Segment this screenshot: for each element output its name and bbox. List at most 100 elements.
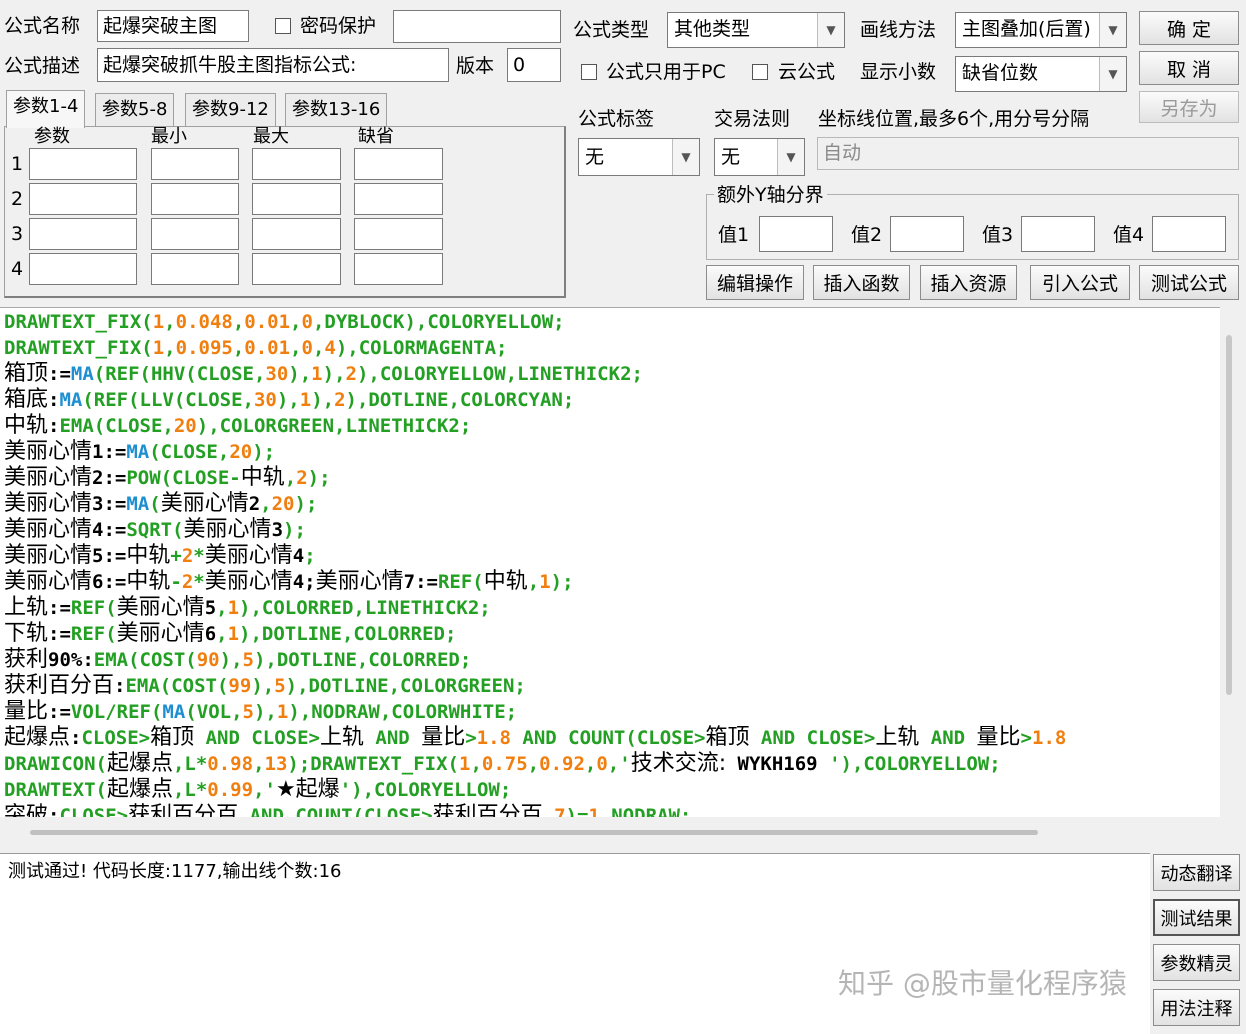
code-line: DRAWTEXT_FIX(1,0.048,0.01,0,DYBLOCK),COL… [4,309,565,335]
param-cell-min[interactable] [151,218,239,250]
code-line: 美丽心情5:=中轨+2*美丽心情4; [4,543,316,569]
save-as-button[interactable]: 另存为 [1139,91,1239,123]
formula-tag-select[interactable]: 无 ▼ [578,138,700,176]
param-cell-name[interactable] [29,218,137,250]
param-header-max: 最大 [253,126,289,147]
code-token: ),DOTLINE,COLORCYAN; [345,389,575,411]
chevron-down-icon[interactable]: ▼ [1099,57,1126,91]
code-token: 0.01 [244,337,291,359]
param-cell-name[interactable] [29,183,137,215]
code-token: : [70,727,82,749]
param-cell-name[interactable] [29,148,137,180]
param-cell-name[interactable] [29,253,137,285]
code-token: EMA(COST( [125,675,229,697]
chevron-down-icon[interactable]: ▼ [672,139,699,175]
usage-note-button[interactable]: 用法注释 [1153,989,1240,1026]
code-editor[interactable]: DRAWTEXT_FIX(1,0.048,0.01,0,DYBLOCK),COL… [0,307,1220,818]
code-token: , [232,337,245,359]
code-token: ( [149,493,161,515]
cloud-formula-checkbox[interactable] [752,64,768,80]
param-wizard-button[interactable]: 参数精灵 [1153,944,1240,981]
code-token: AND CLOSE> [749,727,876,749]
code-token: ; [304,545,316,567]
code-token: (REF(HHV(CLOSE, [93,363,266,385]
code-token: DRAWICON( [4,753,107,775]
code-token: 量比 [976,725,1021,750]
chevron-down-icon[interactable]: ▼ [777,139,804,175]
test-result-button[interactable]: 测试结果 [1153,899,1240,936]
y-value-3-input[interactable] [1021,216,1095,252]
y-value-1-input[interactable] [759,216,833,252]
param-cell-default[interactable] [354,218,443,250]
formula-name-input[interactable]: 起爆突破主图 [97,10,249,42]
code-token: ),DOTLINE,COLORGREEN; [285,675,526,697]
code-token: ), [276,389,300,411]
param-cell-default[interactable] [354,148,443,180]
draw-method-select[interactable]: 主图叠加(后置) ▼ [955,12,1127,48]
vertical-scrollbar[interactable] [1226,335,1232,695]
tab-params-1-4[interactable]: 参数1-4 [6,90,86,128]
insert-function-button[interactable]: 插入函数 [813,265,910,300]
code-token: 4:= [92,519,127,541]
code-token: , [527,753,540,775]
cancel-button[interactable]: 取 消 [1139,51,1239,85]
code-token: 获利 [4,647,49,672]
tab-params-9-12[interactable]: 参数9-12 [185,93,276,126]
decimal-select[interactable]: 缺省位数 ▼ [955,56,1127,92]
trade-rule-select[interactable]: 无 ▼ [714,138,805,176]
code-token: 1 [227,597,240,619]
code-line: 美丽心情1:=MA(CLOSE,20); [4,439,275,465]
coord-line-input[interactable]: 自动 [817,137,1239,170]
y-value-2-input[interactable] [890,216,964,252]
cloud-formula-label: 云公式 [778,61,836,83]
code-token: REF( [70,623,117,645]
version-label: 版本 [456,55,495,77]
code-token: 美丽心情 [160,491,249,516]
chevron-down-icon[interactable]: ▼ [1099,13,1126,47]
param-cell-min[interactable] [151,148,239,180]
code-token: 美丽心情 [204,543,293,568]
code-token: 量比 [421,725,466,750]
code-token: , [216,623,228,645]
code-token: , [284,467,297,489]
ok-button[interactable]: 确 定 [1139,11,1239,45]
dynamic-translate-button[interactable]: 动态翻译 [1153,854,1240,891]
formula-desc-label: 公式描述 [4,55,81,77]
formula-type-select[interactable]: 其他类型 ▼ [667,12,845,48]
test-formula-button[interactable]: 测试公式 [1139,265,1239,300]
y-value-4-input[interactable] [1152,216,1226,252]
param-cell-max[interactable] [252,148,341,180]
code-token: 1 [539,571,551,593]
insert-resource-button[interactable]: 插入资源 [920,265,1017,300]
horizontal-scrollbar[interactable] [30,830,1038,835]
version-input[interactable]: 0 [507,48,561,82]
param-cell-max[interactable] [252,218,341,250]
edit-ops-button[interactable]: 编辑操作 [706,265,804,300]
param-cell-max[interactable] [252,253,341,285]
y-value-4-label: 值4 [1113,224,1145,246]
param-cell-default[interactable] [354,183,443,215]
code-token: 中轨 [126,543,171,568]
code-token: 美丽心情 [4,491,93,516]
code-token: 2 [181,571,194,593]
code-token: 1 [311,363,323,385]
code-token: ),DOTLINE,COLORRED; [253,649,472,671]
code-token: 箱底 [4,387,49,412]
param-header-name: 参数 [34,126,70,147]
password-protect-checkbox[interactable] [275,18,291,34]
tab-params-13-16[interactable]: 参数13-16 [285,93,388,126]
code-token: > [1020,727,1032,749]
param-cell-min[interactable] [151,253,239,285]
param-cell-default[interactable] [354,253,443,285]
code-token: 5 [274,675,286,697]
chevron-down-icon[interactable]: ▼ [817,13,844,47]
formula-desc-input[interactable]: 起爆突破抓牛股主图指标公式: [97,48,449,82]
tab-params-5-8[interactable]: 参数5-8 [95,93,175,126]
code-token: 1 [299,389,312,411]
pc-only-checkbox[interactable] [581,64,597,80]
param-cell-min[interactable] [151,183,239,215]
param-cell-max[interactable] [252,183,341,215]
password-input[interactable] [393,10,561,43]
import-formula-button[interactable]: 引入公式 [1030,265,1130,300]
output-panel: 测试通过! 代码长度:1177,输出线个数:16 [0,853,1150,1034]
